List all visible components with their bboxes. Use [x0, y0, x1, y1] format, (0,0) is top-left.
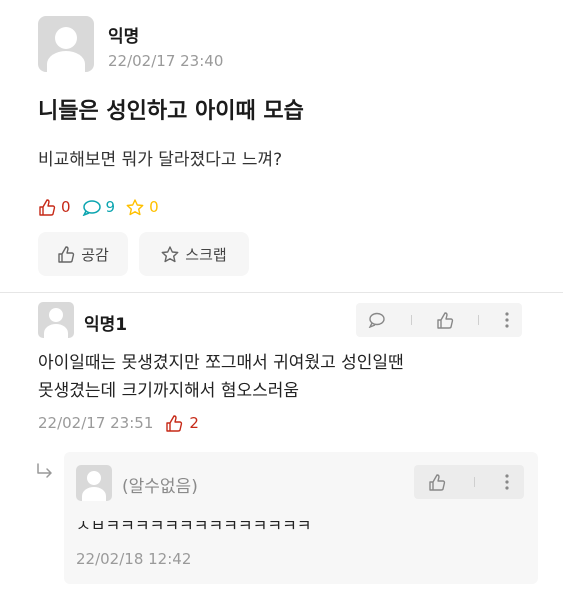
comment-text-line-2: 못생겼는데 크기까지해서 혐오스러움 [38, 381, 300, 401]
reply-like-button[interactable] [428, 473, 446, 491]
like-button-label: 공감 [81, 245, 109, 264]
thumbs-up-icon [57, 245, 75, 263]
scrap-button-label: 스크랩 [185, 245, 227, 264]
comment-avatar [38, 302, 74, 338]
reply-avatar [76, 465, 112, 501]
separator [474, 477, 476, 487]
comment-date: 22/02/17 23:51 [38, 414, 154, 432]
reply-date: 22/02/18 12:42 [76, 550, 192, 568]
scrap-count: 0 [149, 198, 159, 216]
comment-action-bar [356, 303, 522, 337]
separator [410, 315, 412, 325]
comment-bubble-icon [82, 199, 101, 216]
scrap-button[interactable]: 스크랩 [139, 232, 249, 276]
thumbs-up-icon [165, 414, 183, 432]
thumbs-up-icon [437, 311, 454, 329]
comment-meta: 22/02/17 23:51 2 [38, 414, 199, 432]
more-icon [505, 312, 509, 328]
post-author: 익명 [108, 27, 140, 47]
reply-arrow-icon [36, 462, 54, 480]
comment-like-button[interactable] [436, 311, 454, 329]
post-stats: 0 9 0 [38, 198, 159, 216]
reply-text: ㅅㅂㅋㅋㅋㅋㅋㅋㅋㅋㅋㅋㅋㅋㅋㅋ [76, 516, 312, 535]
post-title: 니들은 성인하고 아이때 모습 [38, 99, 304, 124]
like-count: 0 [61, 198, 71, 216]
reply-action-bar [414, 465, 524, 499]
thumbs-up-icon [38, 198, 56, 216]
reply-button[interactable] [368, 312, 386, 328]
comment-more-button[interactable] [504, 311, 510, 329]
comment-bubble-icon [368, 312, 385, 328]
post-avatar [38, 16, 94, 72]
separator [478, 315, 480, 325]
post-date: 22/02/17 23:40 [108, 52, 224, 70]
like-button[interactable]: 공감 [38, 232, 128, 276]
reply-more-button[interactable] [504, 473, 510, 491]
comment-count: 9 [105, 198, 116, 216]
thumbs-up-icon [429, 473, 446, 491]
comment-like-count: 2 [189, 414, 199, 432]
star-icon [161, 245, 179, 263]
divider [0, 292, 563, 293]
post-body: 비교해보면 뭐가 달라졌다고 느껴? [38, 150, 283, 170]
star-icon [126, 198, 144, 216]
comment-author: 익명1 [84, 315, 128, 335]
reply-author: (알수없음) [122, 477, 198, 497]
more-icon [505, 474, 509, 490]
comment-text-line-1: 아이일때는 못생겼지만 쪼그매서 귀여웠고 성인일땐 [38, 353, 404, 373]
